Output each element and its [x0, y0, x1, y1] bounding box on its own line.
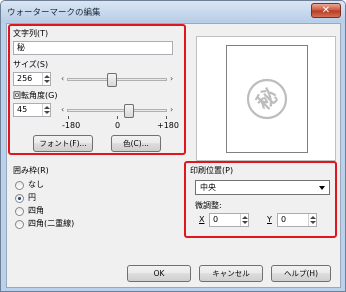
frame-radio-double-square[interactable]	[15, 220, 24, 229]
highlight-position-settings	[184, 161, 337, 238]
preview-page: 秘	[226, 45, 308, 153]
title-bar: ウォーターマークの編集 ✕	[1, 1, 345, 22]
frame-label: 囲み枠(R)	[13, 166, 49, 175]
frame-option-circle-label: 円	[28, 193, 36, 202]
highlight-text-settings	[8, 24, 186, 155]
frame-radio-circle[interactable]	[15, 194, 24, 203]
window-title: ウォーターマークの編集	[7, 8, 101, 18]
cancel-button[interactable]: キャンセル	[199, 265, 263, 282]
preview-stamp-text: 秘	[251, 83, 282, 114]
watermark-preview-icon: 秘	[246, 78, 288, 120]
help-button[interactable]: ヘルプ(H)	[271, 265, 331, 282]
frame-option-double-square-label: 四角(二重線)	[28, 219, 75, 228]
preview-pane: 秘	[196, 36, 336, 161]
frame-radio-none[interactable]	[15, 181, 24, 190]
frame-radio-square[interactable]	[15, 207, 24, 216]
watermark-edit-dialog: ウォーターマークの編集 ✕ 文字列(T) 秘 サイズ(S) 256 ‹ › 回転…	[0, 0, 346, 292]
dialog-body: 文字列(T) 秘 サイズ(S) 256 ‹ › 回転角度(G) 45 ‹ › -…	[6, 23, 341, 288]
close-button[interactable]: ✕	[311, 3, 341, 18]
frame-option-none-label: なし	[28, 180, 44, 189]
ok-button[interactable]: OK	[127, 265, 191, 282]
frame-option-square-label: 四角	[28, 206, 44, 215]
